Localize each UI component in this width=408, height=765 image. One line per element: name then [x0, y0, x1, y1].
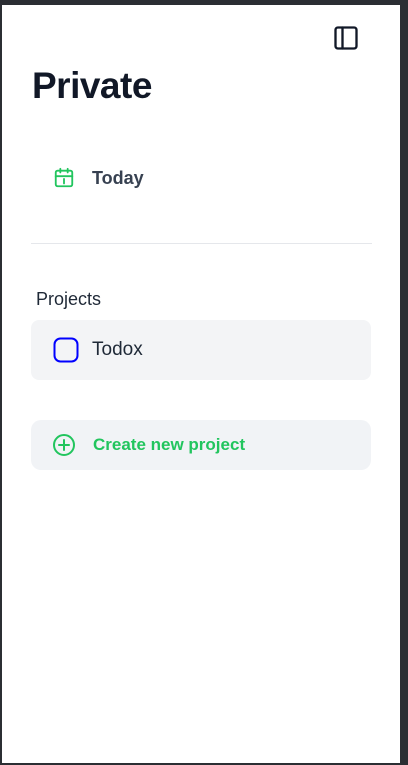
create-project-button[interactable]: Create new project [31, 420, 371, 470]
sidebar-toggle-button[interactable] [330, 22, 362, 54]
sidebar-panel: Private Today Projects Todox Create new … [2, 5, 400, 763]
project-item-label: Todox [92, 339, 143, 360]
page-title: Private [32, 65, 152, 106]
divider [31, 243, 372, 244]
calendar-icon [52, 166, 76, 190]
project-item-todox[interactable]: Todox [31, 320, 371, 380]
nav-item-today[interactable]: Today [31, 153, 371, 203]
plus-circle-icon [52, 433, 76, 457]
projects-heading: Projects [36, 289, 102, 309]
rounded-square-icon [53, 337, 79, 363]
sidebar-panel-icon [334, 26, 358, 50]
nav-item-label: Today [92, 167, 144, 188]
create-project-label: Create new project [93, 435, 246, 454]
